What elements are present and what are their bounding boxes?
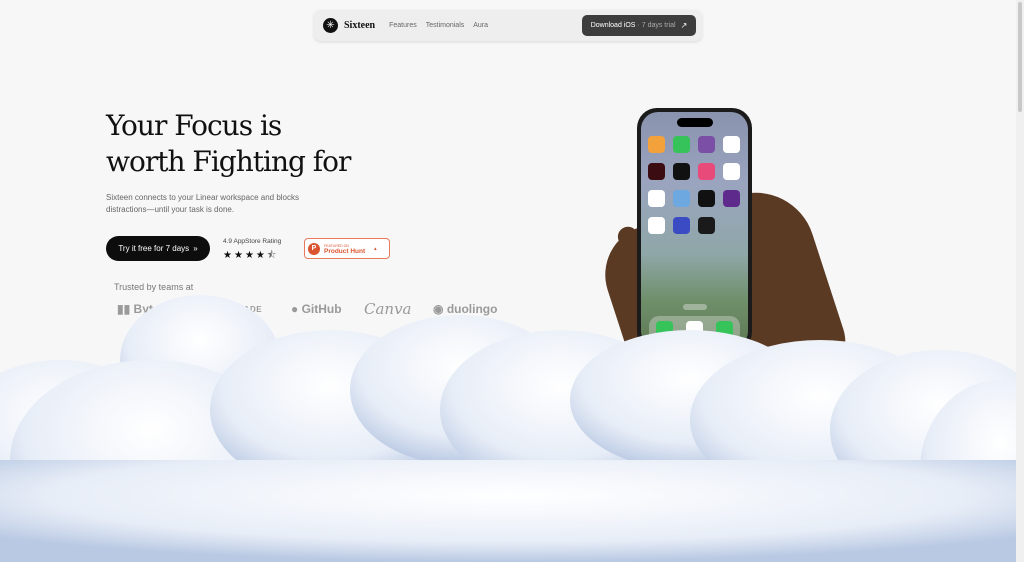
arrow-up-right-icon: ↗ bbox=[680, 21, 688, 30]
product-hunt-logo-icon: P bbox=[308, 242, 320, 255]
whatsapp-app-icon bbox=[673, 136, 690, 153]
hero-title-line-2: worth Fighting for bbox=[106, 145, 351, 178]
product-hunt-badge[interactable]: P FEATURED ON Product Hunt ▲ bbox=[304, 238, 390, 259]
page-scrollbar[interactable] bbox=[1016, 0, 1024, 562]
star-rating: ★★★★⯪ bbox=[223, 248, 281, 265]
slack-app-icon bbox=[723, 136, 740, 153]
product-hunt-text: FEATURED ON Product Hunt bbox=[324, 243, 365, 255]
star-icon: ★ bbox=[244, 250, 256, 261]
rating-label: 4.9 AppStore Rating bbox=[223, 238, 282, 245]
app-icon bbox=[698, 190, 715, 207]
double-chevron-right-icon: » bbox=[193, 244, 198, 253]
hero-title: Your Focus is worth Fighting for bbox=[106, 108, 351, 180]
star-icon: ★ bbox=[223, 250, 234, 261]
nav-link-features[interactable]: Features bbox=[389, 22, 417, 29]
trial-label: · 7 days trial bbox=[637, 22, 676, 29]
half-star-icon: ⯪ bbox=[266, 250, 279, 261]
star-icon: ★ bbox=[255, 250, 267, 261]
cloud-illustration bbox=[0, 295, 1016, 562]
nav-links: Features Testimonials Aura bbox=[389, 22, 497, 29]
dynamic-island bbox=[676, 118, 713, 127]
app-icon bbox=[698, 136, 715, 153]
finger-illustration bbox=[748, 236, 776, 262]
download-ios-button[interactable]: Download iOS · 7 days trial ↗ bbox=[582, 15, 696, 36]
photos-app-icon bbox=[698, 163, 715, 180]
hero-subtitle: Sixteen connects to your Linear workspac… bbox=[106, 193, 299, 214]
app-icon bbox=[648, 190, 665, 207]
asterisk-logo-icon: ✳ bbox=[323, 18, 338, 33]
app-icon bbox=[673, 163, 690, 180]
appstore-rating: 4.9 AppStore Rating ★★★★⯪ bbox=[223, 238, 281, 265]
hero-title-line-1: Your Focus is bbox=[106, 109, 282, 142]
app-icon bbox=[723, 163, 740, 180]
app-grid bbox=[648, 136, 740, 234]
app-icon bbox=[673, 190, 690, 207]
upvote-icon: ▲ bbox=[373, 246, 378, 251]
app-icon bbox=[723, 190, 740, 207]
scrollbar-thumb[interactable] bbox=[1018, 2, 1022, 112]
nav-link-testimonials[interactable]: Testimonials bbox=[426, 22, 465, 29]
top-navbar: ✳ Sixteen Features Testimonials Aura Dow… bbox=[314, 10, 702, 41]
ph-name-label: Product Hunt bbox=[324, 247, 366, 255]
app-icon bbox=[673, 217, 690, 234]
brand-name: Sixteen bbox=[344, 20, 376, 31]
download-ios-label: Download iOS bbox=[590, 22, 636, 29]
app-icon bbox=[648, 217, 665, 234]
app-icon bbox=[648, 163, 665, 180]
nav-link-aura[interactable]: Aura bbox=[473, 22, 488, 29]
calendar-app-icon bbox=[648, 136, 665, 153]
app-icon bbox=[698, 217, 715, 234]
try-free-button[interactable]: Try it free for 7 days » bbox=[106, 236, 210, 261]
try-free-label: Try it free for 7 days bbox=[118, 244, 190, 253]
star-icon: ★ bbox=[233, 250, 245, 261]
brand-logo[interactable]: ✳ Sixteen bbox=[323, 18, 375, 33]
